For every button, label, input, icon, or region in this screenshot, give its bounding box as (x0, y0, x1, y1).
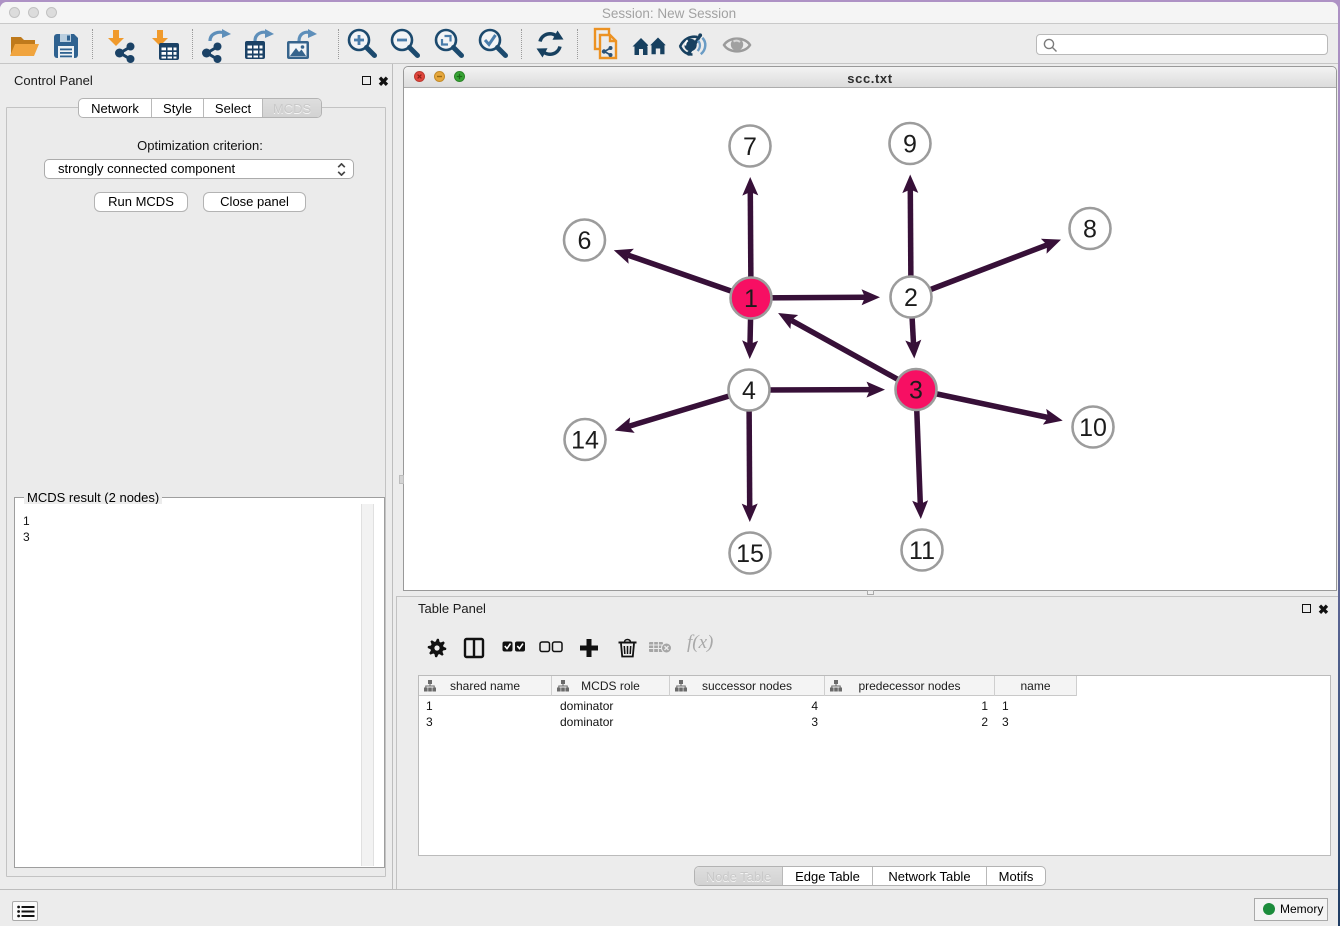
svg-text:1: 1 (744, 285, 758, 313)
svg-text:7: 7 (743, 133, 757, 161)
svg-text:15: 15 (736, 540, 764, 568)
svg-text:6: 6 (578, 227, 592, 255)
svg-text:9: 9 (903, 131, 917, 159)
svg-text:11: 11 (909, 537, 935, 565)
svg-text:2: 2 (904, 284, 918, 312)
svg-text:3: 3 (909, 377, 923, 405)
svg-text:10: 10 (1079, 414, 1107, 442)
svg-text:14: 14 (571, 427, 599, 455)
svg-text:8: 8 (1083, 216, 1097, 244)
svg-text:4: 4 (742, 377, 756, 405)
